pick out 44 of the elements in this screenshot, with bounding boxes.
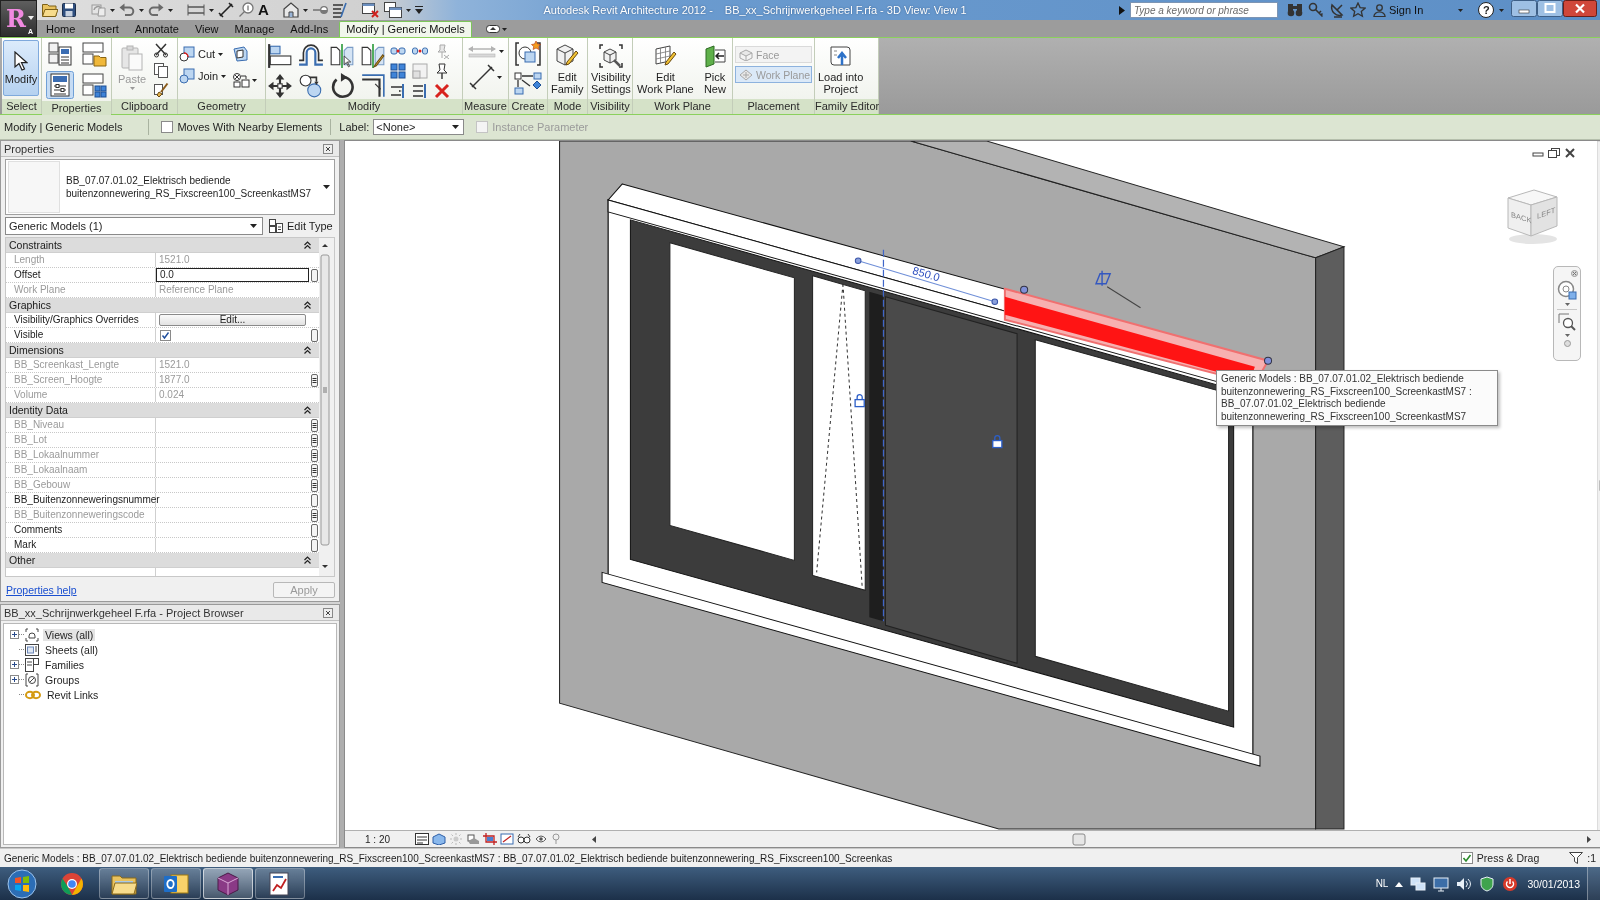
checkbox-label: Moves With Nearby Elements [177, 121, 323, 133]
panel-title: Measure [463, 99, 508, 114]
property-name: Visibility/Graphics Overrides [6, 313, 156, 327]
panel-title: Modify [266, 99, 462, 114]
palette-title: BB_xx_Schrijnwerkgeheel F.rfa - Project Browser [4, 606, 244, 619]
panel-title: Visibility [588, 99, 632, 114]
property-name: Visible [6, 328, 156, 342]
checkbox-label: Instance Parameter [492, 121, 589, 133]
tooltip: Generic Models : BB_07.07.01.02_Elektrisch bediende buitenzonnewering_RS_Fixscreen100_ScreenkastMS7 : BB_07.07.01.02_Elektrisch bediende buitenzonnewering_RS_Fixscreen100_ScreenkastMS7 [1216, 370, 1498, 426]
panel-title: Family Editor [815, 99, 878, 114]
panel-title: Placement [733, 99, 814, 114]
property-name: Mark [6, 538, 156, 552]
panel-title: Geometry [178, 99, 265, 114]
field-label: Label: [339, 121, 370, 133]
property-name: BB_Lokaalnummer [6, 448, 156, 462]
context-label: Modify | Generic Models [4, 121, 123, 133]
property-value: 0.024 [158, 388, 186, 402]
property-name: BB_Gebouw [6, 478, 156, 492]
panel-title: Create [509, 99, 547, 114]
document-title: BB_xx_Schrijnwerkgeheel F.rfa - 3D View: View 1 [724, 4, 967, 16]
property-name: BB_Niveau [6, 418, 156, 432]
property-value: 1521.0 [158, 253, 191, 267]
property-value: Reference Plane [158, 283, 235, 297]
property-name: Length [6, 253, 156, 267]
property-name: Work Plane [6, 283, 156, 297]
property-name: BB_Screen_Hoogte [6, 373, 156, 387]
property-name: BB_Lot [6, 433, 156, 447]
checkbox-label: Press & Drag [1476, 852, 1540, 864]
property-name: Comments [6, 523, 156, 537]
status-text: Generic Models : BB_07.07.01.02_Elektrisch bediende buitenzonnewering_RS_Fixscreen100_ScreenkastMS7 : BB_07.07.01.02_Elektrisch bediende buitenzonnewering_RS_Fixscreen100_Screenkas [4, 852, 894, 864]
panel-title: Clipboard [112, 99, 177, 114]
application-title: Autodesk Revit Architecture 2012 - [543, 4, 713, 16]
property-name: BB_Buitenzonneweringscode [6, 508, 156, 522]
panel-title: Work Plane [633, 99, 732, 114]
property-value: 1521.0 [158, 358, 191, 372]
property-name: BB_Screenkast_Lengte [6, 358, 156, 372]
panel-title: Select [2, 99, 41, 114]
palette-title: Properties [4, 142, 55, 155]
selection-count: :1 [1587, 852, 1596, 864]
property-name: Offset [6, 268, 156, 282]
property-value: 1877.0 [158, 373, 191, 387]
property-name: BB_Lokaalnaam [6, 463, 156, 477]
property-name: Volume [6, 388, 156, 402]
panel-title: Mode [548, 99, 587, 114]
